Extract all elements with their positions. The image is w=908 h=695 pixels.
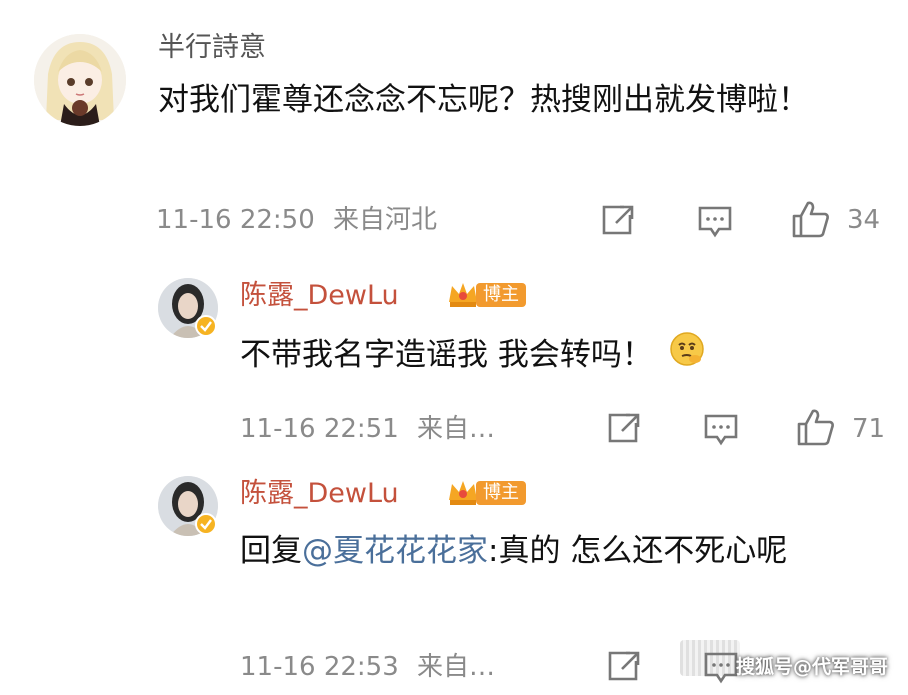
badge-label: 博主	[476, 283, 526, 307]
like-icon[interactable]	[796, 407, 836, 447]
timestamp: 11-16 22:53	[240, 652, 399, 682]
username[interactable]: 陈露_DewLu	[240, 282, 399, 309]
thinking-emoji	[669, 329, 705, 385]
verified-icon	[195, 513, 217, 535]
comment-meta: 11-16 22:51 来自…	[240, 416, 495, 442]
username[interactable]: 半行詩意	[158, 34, 266, 61]
reply-prefix: 回复	[240, 533, 302, 569]
username[interactable]: 陈露_DewLu	[240, 480, 399, 507]
comment-text-body: 不带我名字造谣我 我会转吗！	[240, 337, 653, 373]
share-icon[interactable]	[606, 411, 642, 445]
like-count: 71	[852, 414, 886, 444]
comment-text: 回复@夏花花花家:真的 怎么还不死心呢	[240, 523, 880, 579]
comment-text: 对我们霍尊还念念不忘呢？热搜刚出就发博啦！	[158, 82, 809, 118]
comment-text: 不带我名字造谣我 我会转吗！	[240, 327, 880, 385]
share-icon[interactable]	[606, 649, 642, 683]
verified-icon	[195, 315, 217, 337]
location: 来自…	[417, 414, 496, 444]
location: 来自河北	[333, 205, 438, 235]
badge-label: 博主	[476, 481, 526, 505]
like-count: 34	[847, 205, 881, 235]
timestamp: 11-16 22:50	[156, 205, 315, 235]
like-icon[interactable]	[791, 199, 831, 239]
comment-meta: 11-16 22:53 来自…	[240, 654, 495, 680]
avatar[interactable]	[34, 34, 126, 126]
share-icon[interactable]	[600, 203, 636, 237]
comment-icon[interactable]	[697, 205, 733, 239]
author-badge: 博主	[446, 478, 526, 508]
crown-icon	[449, 481, 477, 505]
watermark: 搜狐号@代军哥哥	[735, 656, 888, 678]
comment-text-body: :真的 怎么还不死心呢	[488, 533, 788, 569]
comment-meta: 11-16 22:50 来自河北	[156, 207, 437, 233]
location: 来自…	[417, 652, 496, 682]
comment-icon[interactable]	[703, 651, 739, 685]
comment-icon[interactable]	[703, 413, 739, 447]
author-badge: 博主	[446, 280, 526, 310]
crown-icon	[449, 283, 477, 307]
timestamp: 11-16 22:51	[240, 414, 399, 444]
mention-link[interactable]: @夏花花花家	[302, 533, 488, 569]
